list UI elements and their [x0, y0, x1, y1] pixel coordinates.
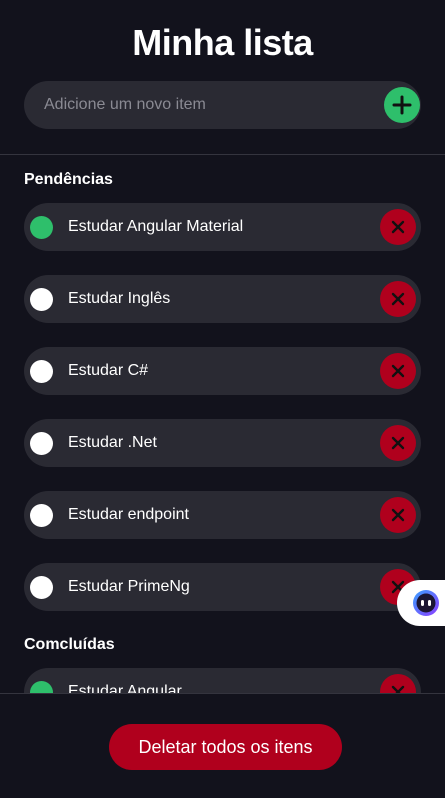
footer-divider	[0, 693, 445, 694]
complete-toggle[interactable]	[30, 216, 53, 239]
delete-item-button[interactable]	[380, 674, 416, 693]
item-label: Estudar Angular	[68, 683, 182, 693]
list-item: Estudar C#	[24, 347, 421, 395]
delete-item-button[interactable]	[380, 497, 416, 533]
new-item-input[interactable]	[44, 81, 374, 129]
plus-icon	[392, 95, 412, 115]
x-icon	[391, 292, 405, 306]
item-label: Estudar PrimeNg	[68, 578, 190, 595]
complete-toggle[interactable]	[30, 360, 53, 383]
delete-item-button[interactable]	[380, 281, 416, 317]
delete-item-button[interactable]	[380, 353, 416, 389]
page-title: Minha lista	[132, 22, 313, 63]
delete-item-button[interactable]	[380, 425, 416, 461]
x-icon	[391, 508, 405, 522]
add-item-button[interactable]	[384, 87, 420, 123]
list-item: Estudar PrimeNg	[24, 563, 421, 611]
complete-toggle[interactable]	[30, 432, 53, 455]
item-label: Estudar .Net	[68, 434, 157, 451]
x-icon	[391, 685, 405, 693]
completed-section-title: Comcluídas	[24, 636, 115, 653]
complete-toggle[interactable]	[30, 576, 53, 599]
x-icon	[391, 220, 405, 234]
item-label: Estudar C#	[68, 362, 149, 379]
list-item: Estudar Inglês	[24, 275, 421, 323]
pending-section-title: Pendências	[24, 171, 113, 188]
item-label: Estudar Angular Material	[68, 218, 244, 235]
floating-assistant-button[interactable]	[397, 580, 445, 626]
complete-toggle[interactable]	[30, 288, 53, 311]
complete-toggle[interactable]	[30, 504, 53, 527]
list-item: Estudar .Net	[24, 419, 421, 467]
delete-all-button[interactable]: Deletar todos os itens	[109, 724, 342, 770]
x-icon	[391, 364, 405, 378]
list-item: Estudar Angular Material	[24, 203, 421, 251]
complete-toggle[interactable]	[30, 681, 53, 693]
delete-item-button[interactable]	[380, 209, 416, 245]
item-label: Estudar endpoint	[68, 506, 189, 523]
chat-bot-icon	[413, 590, 439, 616]
item-label: Estudar Inglês	[68, 290, 171, 307]
add-item-bar	[24, 81, 421, 129]
task-list-area[interactable]: Pendências Estudar Angular Material Estu…	[0, 154, 445, 693]
list-item: Estudar Angular	[24, 668, 421, 693]
x-icon	[391, 436, 405, 450]
list-item: Estudar endpoint	[24, 491, 421, 539]
